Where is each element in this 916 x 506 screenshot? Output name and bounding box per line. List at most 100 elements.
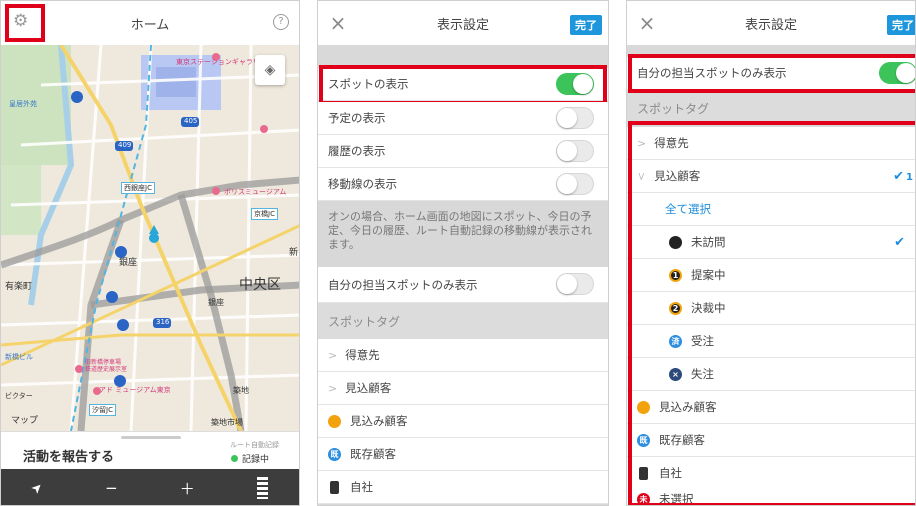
item-row[interactable]: 見込み顧客 [318,405,608,438]
chevron-right-icon: > [328,348,338,362]
substatus-row[interactable]: 1 提案中 [627,259,915,292]
unvisited-pin-icon [669,235,682,249]
toggle-label: 自分の担当スポットのみ表示 [328,277,478,292]
tag-row[interactable]: > 得意先 [318,339,608,372]
home-header: ホーム ? [1,1,299,45]
tag-label: 見込顧客 [345,381,392,395]
bottom-toolbar: ➤ − ＋ [1,469,299,505]
route-toggle[interactable] [556,173,594,195]
home-screen: ホーム ? ⚙ 東京ステーションギャラリー 皇居外苑 405 409 316 西… [0,0,300,506]
history-toggle[interactable] [556,140,594,162]
own-only-toggle[interactable] [556,273,594,295]
substatus-row[interactable]: 未訪問 ✔ [627,226,915,259]
toggle-row-history[interactable]: 履歴の表示 [318,135,608,168]
item-row[interactable]: 未 未選択 [627,483,915,506]
unselected-pin-icon: 未 [637,492,650,505]
chevron-right-icon: > [328,381,338,395]
map-label-route-316: 316 [156,318,170,326]
display-settings-screen: × 表示設定 完了 スポットの表示 予定の表示 履歴の表示 移動線の表示 オンの… [317,0,609,506]
done-button[interactable]: 完了 [570,15,602,35]
tag-label: 見込顧客 [654,169,701,183]
toggle-row-own-only[interactable]: 自分の担当スポットのみ表示 [627,57,915,90]
prospect-pin-icon [637,400,650,414]
item-label: 既存顧客 [350,447,396,461]
list-icon[interactable] [256,477,268,499]
map-label-ginza: 銀座 [119,258,138,268]
toggle-label: 履歴の表示 [328,144,386,158]
map-label-route-409: 409 [118,141,132,149]
drag-handle[interactable] [121,436,181,439]
map-label-route-405: 405 [184,117,198,125]
item-label: 既存顧客 [659,433,705,447]
substatus-label: 決裁中 [691,301,726,315]
check-icon: ✔ [894,234,905,250]
item-row[interactable]: 見込み顧客 [627,391,915,424]
substatus-label: 失注 [691,367,714,381]
close-icon[interactable]: × [635,11,659,35]
won-pin-icon: 済 [669,334,682,348]
toggle-row-route[interactable]: 移動線の表示 [318,168,608,201]
zoom-out-button[interactable]: − [105,479,118,497]
zoom-in-button[interactable]: ＋ [180,478,195,499]
locate-icon[interactable]: ➤ [28,479,46,497]
toggle-label: 移動線の表示 [328,177,397,191]
toggle-row-spots[interactable]: スポットの表示 [318,68,608,101]
settings-note: オンの場合、ホーム画面の地図にスポット、今日の予定、今日の履歴、ルート自動記録の… [318,201,608,267]
map-label-police: ポリスミュージアム [224,188,287,196]
map-label-maps: マップ [11,416,39,426]
section-label: スポットタグ [637,101,710,116]
settings-header: × 表示設定 完了 [318,1,608,45]
map-canvas[interactable] [1,45,299,431]
spots-toggle[interactable] [556,73,594,95]
item-label: 未選択 [659,492,694,506]
toggle-row-own-only[interactable]: 自分の担当スポットのみ表示 [318,267,608,303]
substatus-row[interactable]: 済 受注 [627,325,915,358]
display-settings-expanded-screen: × 表示設定 完了 自分の担当スポットのみ表示 スポットタグ > 得意先 > 見… [626,0,916,506]
done-button[interactable]: 完了 [887,15,915,35]
item-row[interactable]: 既 既存顧客 [627,424,915,457]
map-label-shiodome: 汐留JC [89,404,116,416]
tag-row[interactable]: > 見込顧客 [318,372,608,405]
lost-pin-icon: × [669,367,682,381]
select-all-link[interactable]: 全て選択 [665,201,711,217]
toggle-row-schedule[interactable]: 予定の表示 [318,102,608,135]
map-label-kyobashi: 京橋JC [251,208,278,220]
map-view[interactable]: 東京ステーションギャラリー 皇居外苑 405 409 316 西銀座JC ポリス… [1,45,299,431]
map-label-tsukiji: 築地 [233,386,249,395]
tag-row-prospect[interactable]: > 見込顧客 ✔ 1 [627,160,915,193]
report-bar[interactable]: 活動を報告する ルート自動記録 記録中 [1,431,299,469]
item-label: 見込み顧客 [350,414,408,428]
substatus-row[interactable]: × 失注 [627,358,915,391]
report-activity[interactable]: 活動を報告する [23,446,114,465]
tag-label: 得意先 [654,136,689,150]
map-label-plaza: ビクター [5,392,33,400]
own-only-toggle[interactable] [879,62,915,84]
section-header-spot-tag: スポットタグ [627,94,915,122]
tag-row-customer[interactable]: > 得意先 [627,127,915,160]
close-icon[interactable]: × [326,11,350,35]
substatus-row[interactable]: 2 決裁中 [627,292,915,325]
building-icon [639,466,648,480]
map-label-museum: アド ミュージアム東京 [99,386,171,394]
gear-icon[interactable]: ⚙ [13,11,28,31]
select-all-row[interactable]: 全て選択 [627,193,915,226]
layers-button[interactable]: ◈ [255,55,285,85]
schedule-toggle[interactable] [556,107,594,129]
tag-count: ✔ 1 [893,168,913,184]
map-label-tsukiji-market: 築地市場 [211,418,243,427]
item-row[interactable]: 既 既存顧客 [318,438,608,471]
layers-icon: ◈ [264,62,276,78]
help-icon[interactable]: ? [273,14,289,30]
recording-status: 記録中 [242,455,270,465]
toggle-label: 自分の担当スポットのみ表示 [637,66,787,80]
section-label: スポットタグ [328,314,401,329]
toggle-label: 予定の表示 [328,111,386,125]
recording-dot-icon [231,455,238,462]
map-label-station: 東京ステーションギャラリー [176,58,267,66]
item-label: 自社 [659,466,682,480]
item-row[interactable]: 自社 [318,471,608,504]
map-label-ginza2: 銀座 [208,298,224,307]
page-title: ホーム [130,17,170,33]
section-header-spot-tag: スポットタグ [318,303,608,339]
chevron-down-icon: > [635,171,649,181]
